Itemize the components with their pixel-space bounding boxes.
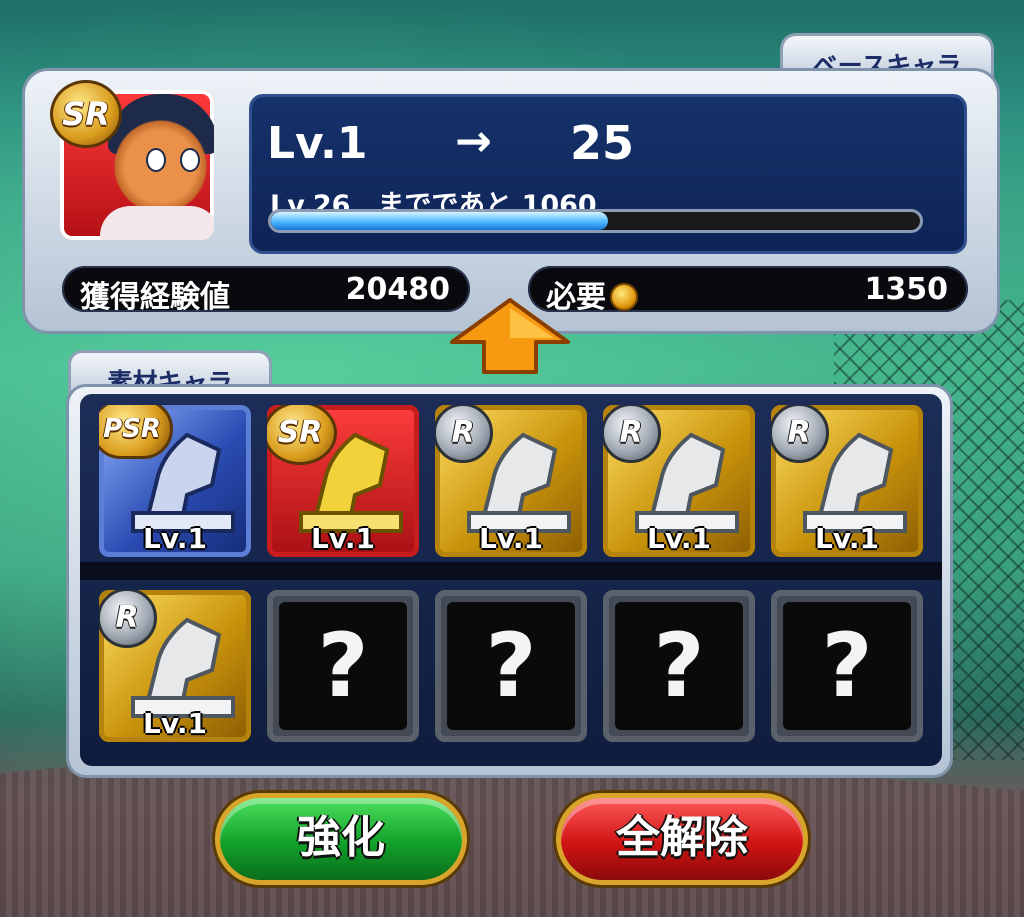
material-slot-4[interactable]: R Lv.1 xyxy=(603,405,755,557)
material-slot-5[interactable]: R Lv.1 xyxy=(771,405,923,557)
row-divider xyxy=(80,562,942,580)
target-level: 25 xyxy=(570,116,635,170)
empty-material-slot[interactable]: ? xyxy=(267,590,419,742)
question-mark-icon: ? xyxy=(279,602,407,730)
empty-material-slot[interactable]: ? xyxy=(435,590,587,742)
material-slot-3[interactable]: R Lv.1 xyxy=(435,405,587,557)
level-arrow-icon: → xyxy=(455,116,492,167)
exp-progress-fill xyxy=(271,212,609,230)
material-slot-6[interactable]: R Lv.1 xyxy=(99,590,251,742)
slot-level: Lv.1 xyxy=(143,522,207,555)
question-mark-icon: ? xyxy=(615,602,743,730)
enhance-button[interactable]: 強化 xyxy=(215,793,467,885)
portrait-eye-left xyxy=(146,148,166,172)
question-mark-icon: ? xyxy=(447,602,575,730)
slot-level: Lv.1 xyxy=(647,522,711,555)
slot-level: Lv.1 xyxy=(311,522,375,555)
portrait-shirt xyxy=(100,206,214,240)
rarity-badge: PSR xyxy=(99,405,173,459)
rarity-badge: SR xyxy=(50,80,122,148)
up-arrow-icon xyxy=(450,298,570,374)
gained-exp-value: 20480 xyxy=(345,272,450,307)
question-mark-icon: ? xyxy=(783,602,911,730)
slot-level: Lv.1 xyxy=(815,522,879,555)
slot-level: Lv.1 xyxy=(143,707,207,740)
gained-exp-display: 獲得経験値 20480 xyxy=(62,266,470,315)
required-coins-value: 1350 xyxy=(864,272,949,307)
empty-material-slot[interactable]: ? xyxy=(603,590,755,742)
material-slot-2[interactable]: SR Lv.1 xyxy=(267,405,419,557)
slot-level: Lv.1 xyxy=(479,522,543,555)
current-level: Lv.1 xyxy=(267,118,368,169)
coin-icon xyxy=(610,283,638,311)
clear-all-button[interactable]: 全解除 xyxy=(556,793,808,885)
gained-exp-label: 獲得経験値 xyxy=(80,280,230,315)
material-slot-1[interactable]: PSR Lv.1 xyxy=(99,405,251,557)
portrait-eye-right xyxy=(180,148,200,172)
required-coins-display: 必要 1350 xyxy=(528,266,968,315)
empty-material-slot[interactable]: ? xyxy=(771,590,923,742)
exp-progress-bar xyxy=(268,209,923,233)
